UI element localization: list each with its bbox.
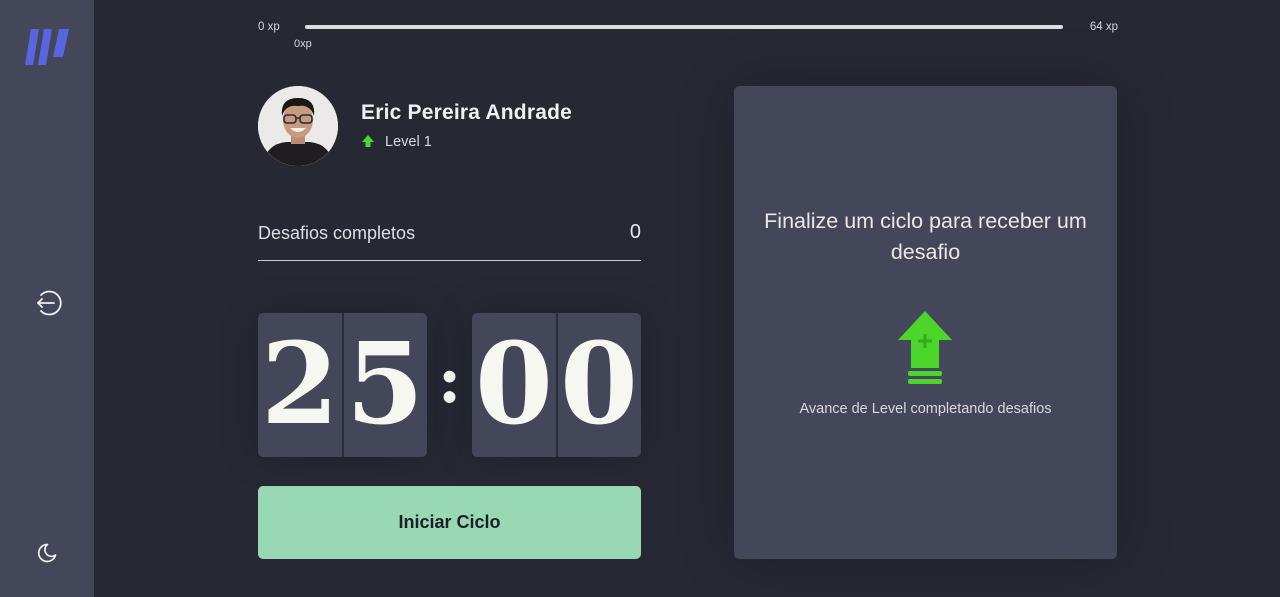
challenge-box: Finalize um ciclo para receber um desafi… xyxy=(734,86,1117,559)
moon-icon[interactable] xyxy=(36,542,58,564)
completed-challenges: Desafios completos 0 xyxy=(258,220,641,261)
minute-tens-digit: 2 xyxy=(261,319,339,450)
logout-icon[interactable] xyxy=(32,287,64,319)
user-name: Eric Pereira Andrade xyxy=(361,101,572,124)
level-label: Level 1 xyxy=(385,134,432,150)
second-ones-digit: 0 xyxy=(560,319,638,450)
level-up-icon xyxy=(362,135,374,147)
seconds-display: 0 0 xyxy=(472,313,641,457)
xp-current-label: 0xp xyxy=(294,38,312,50)
second-tens-digit: 0 xyxy=(475,319,553,450)
sidebar xyxy=(0,0,94,597)
completed-challenges-count: 0 xyxy=(629,221,641,243)
minutes-display: 2 5 xyxy=(258,313,427,457)
level-up-arrow-icon xyxy=(898,311,952,384)
experience-bar: 0 xp 0xp 64 xp xyxy=(258,16,1118,56)
start-cycle-button[interactable]: Iniciar Ciclo xyxy=(258,486,641,559)
time-separator: : xyxy=(437,343,462,418)
xp-progress-track xyxy=(305,25,1063,29)
brand-logo-icon[interactable] xyxy=(24,27,72,67)
user-avatar xyxy=(258,86,338,166)
challenge-box-hint: Avance de Level completando desafios xyxy=(799,401,1052,417)
completed-challenges-label: Desafios completos xyxy=(258,223,416,243)
xp-min-label: 0 xp xyxy=(258,21,280,33)
avatar-image xyxy=(258,86,338,166)
user-level: Level 1 xyxy=(361,134,432,150)
countdown-timer: 2 5 : 0 0 xyxy=(258,313,642,457)
minute-ones-digit: 5 xyxy=(346,319,424,450)
challenge-box-title: Finalize um ciclo para receber um desafi… xyxy=(764,209,1087,264)
xp-max-label: 64 xp xyxy=(1089,21,1118,33)
